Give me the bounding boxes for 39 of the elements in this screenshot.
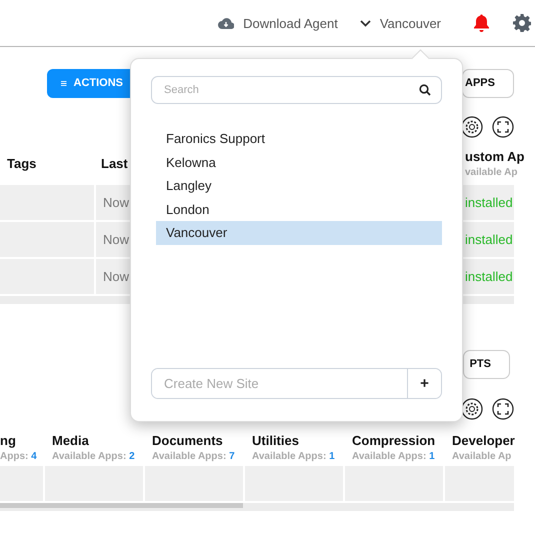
available-apps-count: Available Apps: 2 — [52, 450, 135, 462]
cloud-download-icon — [218, 17, 234, 29]
site-selector[interactable]: Vancouver — [360, 16, 441, 30]
table-cell: installed — [463, 185, 514, 220]
scripts-dropdown[interactable]: PTS — [463, 350, 510, 378]
fullscreen-icon[interactable] — [492, 116, 514, 138]
settings-icon[interactable] — [513, 14, 531, 32]
table-cell: installed — [463, 222, 514, 257]
site-item[interactable]: Vancouver — [156, 221, 442, 244]
new-site-field[interactable]: Create New Site + — [151, 368, 442, 399]
available-apps-count: Apps: 4 — [0, 450, 37, 462]
column-header: Tags — [7, 156, 36, 170]
column-header: ustom Ap — [465, 148, 524, 164]
column-header: Documents — [152, 432, 223, 448]
column-header: Media — [52, 432, 89, 448]
chevron-down-icon — [360, 20, 371, 26]
scrollbar[interactable] — [0, 503, 514, 511]
available-apps-count: Available Apps: 1 — [352, 450, 435, 462]
available-apps-count: Available Apps: 1 — [252, 450, 335, 462]
column-header: Developer — [452, 432, 515, 448]
apps-dropdown[interactable]: APPS — [462, 68, 514, 98]
search-field[interactable]: Search — [151, 76, 442, 104]
table-cell: installed — [463, 259, 514, 294]
download-agent-link[interactable]: Download Agent — [243, 16, 338, 30]
column-header: Last — [101, 156, 128, 170]
fullscreen-icon[interactable] — [492, 398, 514, 420]
column-subtitle: vailable Ap — [465, 166, 518, 178]
column-header: Utilities — [252, 432, 299, 448]
search-icon — [419, 84, 431, 96]
site-item[interactable]: London — [156, 198, 442, 221]
bell-icon[interactable] — [473, 14, 490, 32]
menu-icon — [61, 78, 66, 88]
site-item[interactable]: Kelowna — [156, 150, 442, 174]
site-item[interactable]: Faronics Support — [156, 127, 442, 150]
available-apps-count: Available Ap — [452, 450, 512, 462]
add-site-button[interactable]: + — [407, 369, 441, 398]
column-header: Compression — [352, 432, 436, 448]
available-apps-count: Available Apps: 7 — [152, 450, 235, 462]
column-header: ng — [0, 432, 16, 448]
